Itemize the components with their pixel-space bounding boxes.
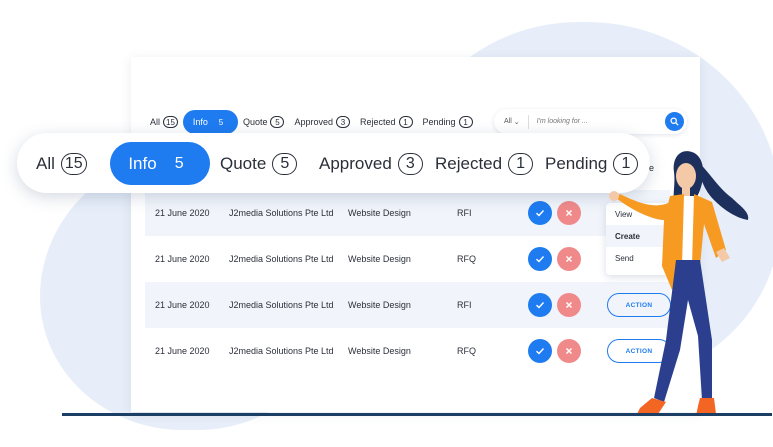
reject-button[interactable] — [557, 293, 581, 317]
tab-count: 3 — [336, 116, 350, 128]
tab-label: All — [150, 117, 161, 127]
tab-label: Approved — [319, 153, 392, 173]
row-company: J2media Solutions Pte Ltd — [229, 346, 334, 356]
row-code: RFI — [457, 300, 472, 310]
close-icon — [566, 302, 572, 308]
tab-label: Info — [128, 153, 157, 173]
table-row: 21 June 2020 J2media Solutions Pte Ltd W… — [145, 282, 671, 328]
search-input[interactable]: I'm looking for ... — [529, 118, 665, 125]
row-date: 21 June 2020 — [155, 254, 210, 264]
tab-info[interactable]: Info 5 — [182, 110, 238, 134]
tab-label: Quote — [242, 117, 268, 127]
close-icon — [566, 256, 572, 262]
table-row: 21 June 2020 J2media Solutions Pte Ltd W… — [145, 190, 670, 236]
search-button[interactable] — [665, 112, 684, 131]
reject-button[interactable] — [557, 201, 581, 225]
chevron-down-icon: ⌄ — [513, 118, 520, 126]
tab-count: 1 — [398, 116, 413, 128]
tab-count: 1 — [508, 152, 534, 175]
tab-bar: All 15 Info 5 Quote 5 Approved 3 Rejected 1 P… — [145, 109, 478, 135]
search-filter-dropdown[interactable]: All ⌄ — [494, 114, 529, 129]
row-company: J2media Solutions Pte Ltd — [229, 254, 334, 264]
tab-count: 5 — [270, 116, 285, 128]
tab-count: 15 — [60, 152, 87, 175]
tab-label: Rejected — [360, 117, 396, 127]
tab-rejected[interactable]: Rejected 1 — [355, 110, 418, 134]
tab-quote[interactable]: Quote 5 — [220, 142, 298, 185]
row-type: Website Design — [348, 300, 411, 310]
tab-count: 1 — [458, 116, 473, 128]
reject-button[interactable] — [557, 247, 581, 271]
table-row: 21 June 2020 J2media Solutions Pte Ltd W… — [145, 328, 671, 374]
tab-rejected[interactable]: Rejected 1 — [435, 142, 534, 185]
row-date: 21 June 2020 — [155, 300, 210, 310]
approve-button[interactable] — [528, 339, 552, 363]
search-icon — [670, 117, 679, 126]
close-icon — [566, 348, 572, 354]
row-type: Website Design — [348, 208, 411, 218]
row-date: 21 June 2020 — [155, 208, 210, 218]
tab-info[interactable]: Info 5 — [110, 142, 210, 185]
approve-button[interactable] — [528, 247, 552, 271]
row-type: Website Design — [348, 346, 411, 356]
check-icon — [536, 256, 545, 263]
row-code: RFI — [457, 208, 472, 218]
tab-approved[interactable]: Approved 3 — [289, 110, 355, 134]
tab-all[interactable]: All 15 — [145, 110, 183, 134]
tab-count: 5 — [218, 117, 224, 127]
tab-count: 5 — [272, 152, 298, 175]
close-icon — [566, 210, 572, 216]
tab-count: 3 — [397, 152, 423, 175]
row-date: 21 June 2020 — [155, 346, 210, 356]
row-code: RFQ — [457, 254, 476, 264]
search-filter-label: All — [504, 118, 512, 125]
tab-label: Pending — [422, 117, 456, 127]
tab-approved[interactable]: Approved 3 — [319, 142, 423, 185]
tab-quote[interactable]: Quote 5 — [238, 110, 290, 134]
tab-label: Info — [192, 117, 208, 127]
floor-line — [62, 413, 772, 416]
illustration-stage: All 15 Info 5 Quote 5 Approved 3 Rejected 1 P… — [0, 0, 773, 447]
reject-button[interactable] — [557, 339, 581, 363]
tab-label: Quote — [220, 153, 267, 173]
enlarged-tab-bar: All 15 Info 5 Quote 5 Approved 3 Rejected 1 P… — [17, 133, 650, 193]
search-bar: All ⌄ I'm looking for ... — [494, 109, 687, 134]
table-row: 21 June 2020 J2media Solutions Pte Ltd W… — [145, 236, 670, 282]
approve-button[interactable] — [528, 201, 552, 225]
row-type: Website Design — [348, 254, 411, 264]
tab-label: Rejected — [435, 153, 503, 173]
tab-label: Pending — [545, 153, 608, 173]
tab-label: All — [36, 153, 55, 173]
tab-count: 5 — [174, 154, 184, 172]
presenter-illustration — [609, 151, 749, 416]
check-icon — [536, 210, 545, 217]
tab-count: 15 — [163, 116, 178, 128]
approve-button[interactable] — [528, 293, 552, 317]
check-icon — [536, 302, 545, 309]
tab-pending[interactable]: Pending 1 — [418, 110, 478, 134]
row-company: J2media Solutions Pte Ltd — [229, 300, 334, 310]
tab-all[interactable]: All 15 — [36, 142, 87, 185]
row-code: RFQ — [457, 346, 476, 356]
check-icon — [536, 348, 545, 355]
tab-label: Approved — [294, 117, 333, 127]
row-company: J2media Solutions Pte Ltd — [229, 208, 334, 218]
